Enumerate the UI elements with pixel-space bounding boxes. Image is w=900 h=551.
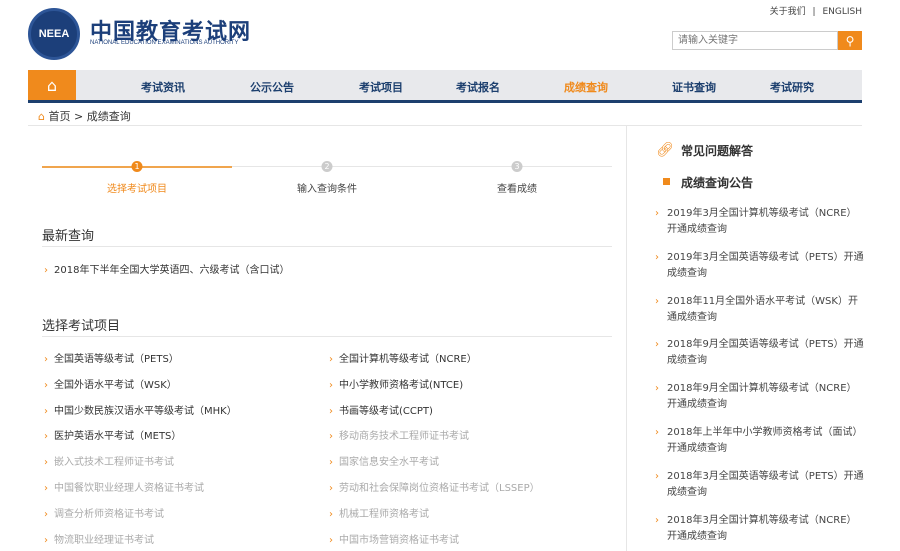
breadcrumb-home[interactable]: 首页: [48, 110, 70, 123]
notice-item[interactable]: 2018年11月全国外语水平考试（WSK）开通成绩查询: [655, 294, 865, 326]
divider: [42, 336, 612, 337]
notice-item[interactable]: 2018年3月全国英语等级考试（PETS）开通成绩查询: [655, 469, 865, 501]
exam-item[interactable]: 全国计算机等级考试（NCRE）: [329, 350, 477, 365]
exam-item: 物流职业经理证书考试: [44, 531, 154, 546]
about-link[interactable]: 关于我们: [770, 7, 806, 17]
notice-item[interactable]: 2019年3月全国计算机等级考试（NCRE）开通成绩查询: [655, 206, 865, 238]
home-icon: ⌂: [38, 110, 45, 123]
search-button[interactable]: ⚲: [838, 31, 862, 50]
exam-item[interactable]: 全国外语水平考试（WSK）: [44, 376, 177, 391]
notice-title: 成绩查询公告: [681, 176, 754, 190]
nav-item[interactable]: 证书查询: [672, 79, 716, 95]
nav-item[interactable]: 考试资讯: [141, 79, 185, 95]
notice-item[interactable]: 2018年9月全国英语等级考试（PETS）开通成绩查询: [655, 337, 865, 369]
divider: [42, 246, 612, 247]
step-number: 1: [131, 161, 143, 172]
exam-item: 调查分析师资格证书考试: [44, 505, 164, 520]
step-label: 输入查询条件: [297, 184, 357, 195]
nav-item[interactable]: 成绩查询: [564, 79, 608, 95]
step-number: 2: [321, 161, 333, 172]
search-icon: ⚲: [845, 33, 855, 48]
nav-item[interactable]: 公示公告: [250, 79, 294, 95]
step-label: 查看成绩: [497, 184, 537, 195]
exam-item: 劳动和社会保障岗位资格证书考试（LSSEP）: [329, 479, 540, 494]
breadcrumb-current: 成绩查询: [86, 110, 131, 123]
exam-item[interactable]: 全国英语等级考试（PETS）: [44, 350, 179, 365]
exam-item: 国家信息安全水平考试: [329, 453, 439, 468]
notice-item[interactable]: 2018年上半年中小学教师资格考试（面试）开通成绩查询: [655, 425, 865, 457]
exam-item: 机械工程师资格考试: [329, 505, 429, 520]
column-divider: [626, 126, 627, 551]
english-link[interactable]: ENGLISH: [822, 7, 862, 17]
exam-item[interactable]: 书画等级考试(CCPT): [329, 402, 433, 417]
exam-item[interactable]: 中国少数民族汉语水平等级考试（MHK）: [44, 402, 237, 417]
top-links: 关于我们 | ENGLISH: [770, 4, 862, 17]
nav-item[interactable]: 考试项目: [359, 79, 403, 95]
notice-item[interactable]: 2018年9月全国计算机等级考试（NCRE）开通成绩查询: [655, 381, 865, 413]
exam-item[interactable]: 中小学教师资格考试(NTCE): [329, 376, 463, 391]
exam-item[interactable]: 医护英语水平考试（METS）: [44, 427, 181, 442]
divider: [28, 125, 862, 126]
step-number: 3: [511, 161, 523, 172]
main-nav: ⌂ 考试资讯 公示公告 考试项目 考试报名 成绩查询 证书查询 考试研究: [28, 70, 862, 103]
home-button[interactable]: ⌂: [28, 70, 76, 100]
nav-item[interactable]: 考试报名: [456, 79, 500, 95]
home-icon: ⌂: [46, 75, 58, 95]
latest-title: 最新查询: [42, 229, 95, 244]
separator: |: [812, 7, 816, 17]
logo[interactable]: NEEA: [28, 8, 80, 60]
nav-item[interactable]: 考试研究: [770, 79, 814, 95]
search-input[interactable]: [672, 31, 838, 50]
exam-item: 移动商务技术工程师证书考试: [329, 427, 469, 442]
breadcrumb-sep: >: [73, 110, 84, 123]
notice-item[interactable]: 2019年3月全国英语等级考试（PETS）开通成绩查询: [655, 250, 865, 282]
breadcrumb: ⌂ 首页 > 成绩查询: [38, 108, 131, 124]
exam-item: 中国市场营销资格证书考试: [329, 531, 459, 546]
logo-text: NEEA: [38, 28, 70, 40]
exam-item: 嵌入式技术工程师证书考试: [44, 453, 174, 468]
link-icon: 🔗︎: [656, 142, 674, 158]
site-subtitle: NATIONAL EDUCATION EXAMINATIONS AUTHORIT…: [90, 40, 239, 46]
notice-item[interactable]: 2018年3月全国计算机等级考试（NCRE）开通成绩查询: [655, 513, 865, 545]
step-progress-todo: [232, 166, 612, 167]
square-bullet-icon: [663, 178, 670, 185]
step-label[interactable]: 选择考试项目: [107, 180, 167, 195]
latest-item[interactable]: 2018年下半年全国大学英语四、六级考试（含口试）: [44, 261, 289, 276]
exam-item: 中国餐饮职业经理人资格证书考试: [44, 479, 204, 494]
select-title: 选择考试项目: [42, 319, 121, 334]
faq-link[interactable]: 常见问题解答: [681, 142, 753, 159]
